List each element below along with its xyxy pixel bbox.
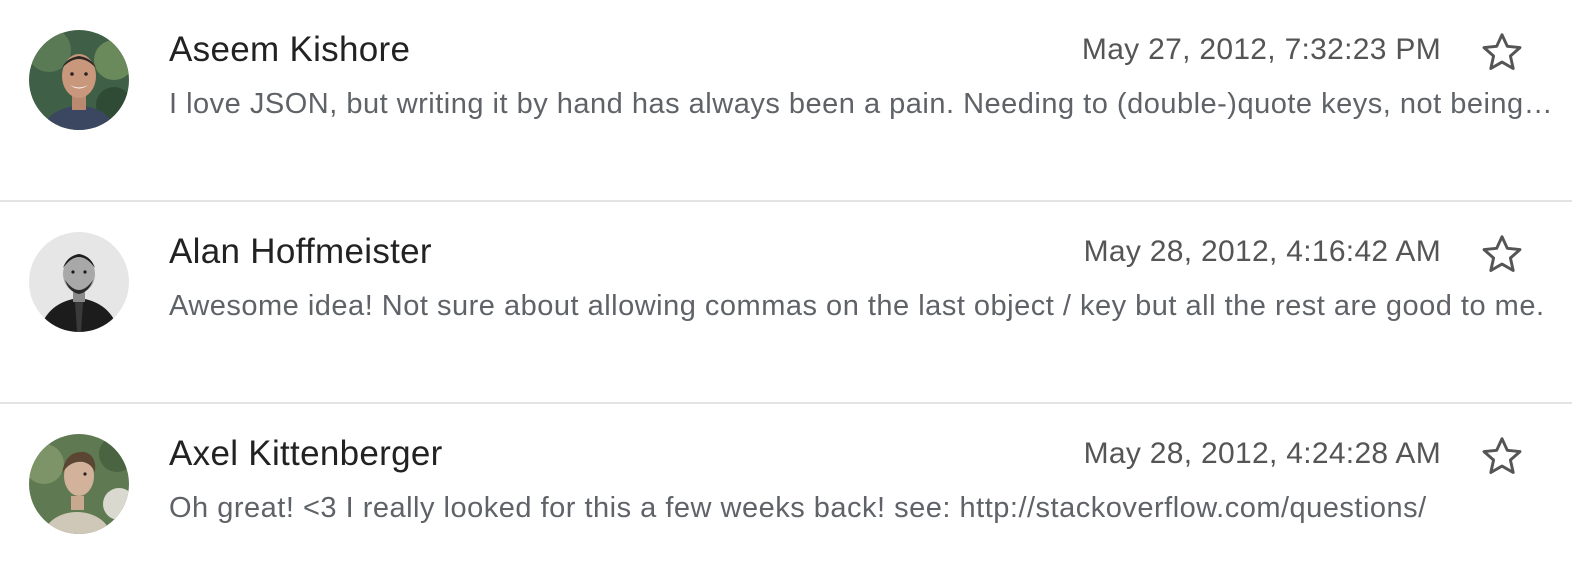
person-photo-icon (29, 434, 129, 534)
star-outline-icon (1482, 437, 1522, 474)
message-row[interactable]: Axel Kittenberger May 28, 2012, 4:24:28 … (0, 404, 1572, 572)
star-outline-icon (1482, 33, 1522, 70)
star-button[interactable] (1480, 434, 1524, 478)
sender-name: Alan Hoffmeister (169, 232, 432, 271)
avatar (29, 434, 129, 534)
timestamp: May 27, 2012, 7:32:23 PM (1081, 33, 1441, 66)
sender-name: Axel Kittenberger (169, 434, 443, 473)
message-list: Aseem Kishore May 27, 2012, 7:32:23 PM I… (0, 0, 1572, 572)
message-row[interactable]: Aseem Kishore May 27, 2012, 7:32:23 PM I… (0, 0, 1572, 202)
timestamp: May 28, 2012, 4:24:28 AM (1083, 437, 1441, 470)
message-row[interactable]: Alan Hoffmeister May 28, 2012, 4:16:42 A… (0, 202, 1572, 404)
avatar (29, 30, 129, 130)
timestamp: May 28, 2012, 4:16:42 AM (1083, 235, 1441, 268)
message-snippet: I love JSON, but writing it by hand has … (169, 88, 1561, 120)
sender-name: Aseem Kishore (169, 30, 411, 69)
avatar (29, 232, 129, 332)
star-button[interactable] (1480, 232, 1524, 276)
person-photo-icon (29, 30, 129, 130)
star-button[interactable] (1480, 30, 1524, 74)
message-snippet: Awesome idea! Not sure about allowing co… (169, 290, 1545, 322)
star-outline-icon (1482, 235, 1522, 272)
message-snippet: Oh great! <3 I really looked for this a … (169, 492, 1427, 524)
person-photo-icon (29, 232, 129, 332)
